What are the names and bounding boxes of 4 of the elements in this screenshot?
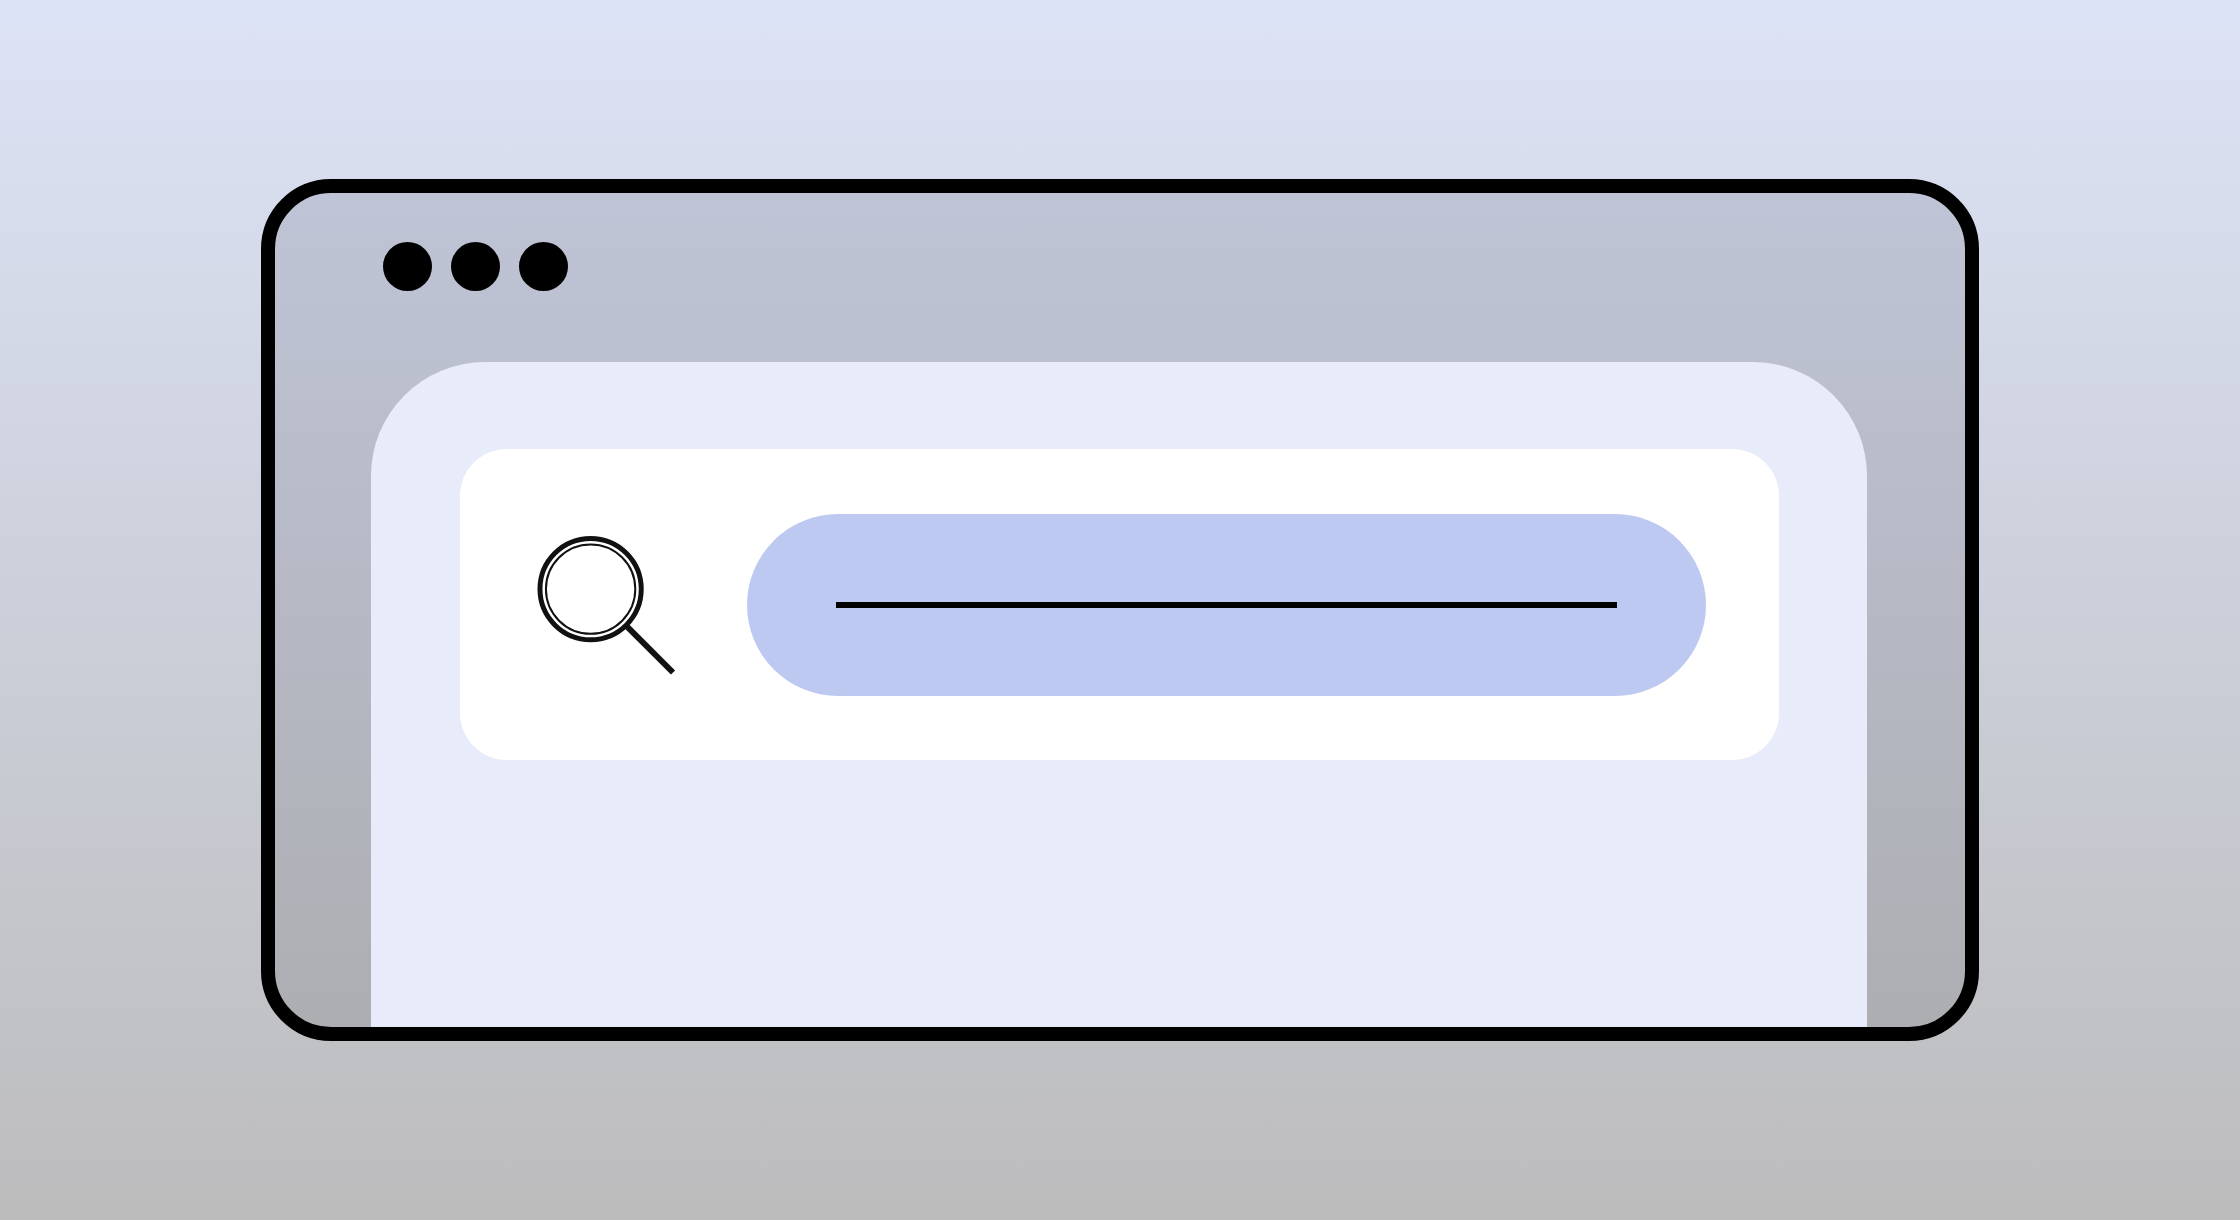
window-control-icon[interactable] [451, 242, 500, 291]
search-icon [536, 533, 676, 676]
window-control-icon[interactable] [383, 242, 432, 291]
window-control-icon[interactable] [519, 242, 568, 291]
